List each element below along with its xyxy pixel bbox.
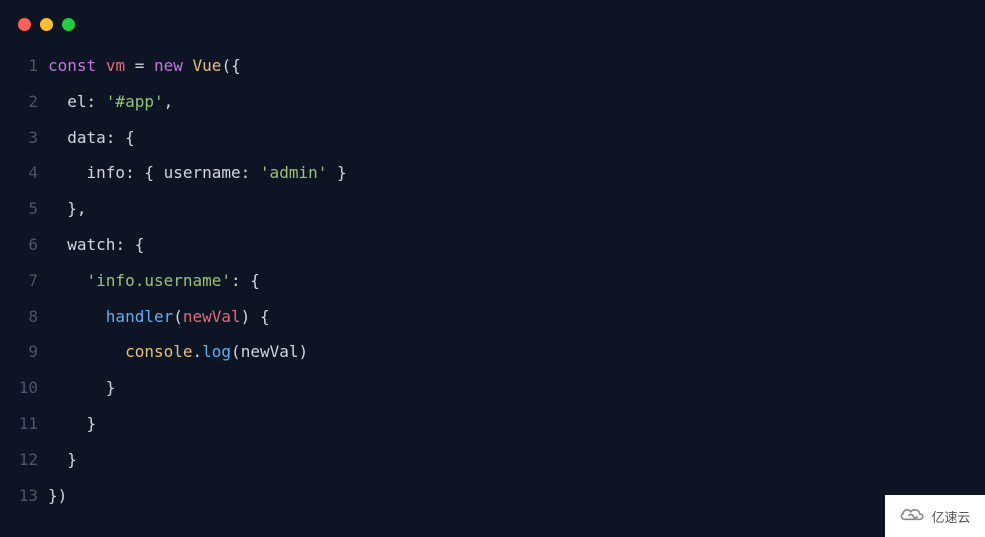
token-pun: = bbox=[125, 56, 154, 75]
line-number: 6 bbox=[0, 227, 48, 263]
token-pun: } bbox=[48, 414, 96, 433]
line-number: 13 bbox=[0, 478, 48, 514]
line-content[interactable]: info: { username: 'admin' } bbox=[48, 155, 985, 191]
token-pun bbox=[48, 128, 67, 147]
code-line[interactable]: 1const vm = new Vue({ bbox=[0, 48, 985, 84]
line-number: 3 bbox=[0, 120, 48, 156]
token-pun bbox=[48, 342, 125, 361]
line-content[interactable]: data: { bbox=[48, 120, 985, 156]
watermark-badge: 亿速云 bbox=[885, 495, 985, 537]
token-pun: ) bbox=[298, 342, 308, 361]
token-prop: username bbox=[164, 163, 241, 182]
token-pun: : bbox=[87, 92, 106, 111]
token-pun bbox=[48, 163, 87, 182]
token-pun: } bbox=[327, 163, 346, 182]
line-number: 9 bbox=[0, 334, 48, 370]
token-kw: new bbox=[154, 56, 183, 75]
token-str: 'admin' bbox=[260, 163, 327, 182]
line-content[interactable]: } bbox=[48, 406, 985, 442]
token-pun bbox=[48, 92, 67, 111]
line-content[interactable]: watch: { bbox=[48, 227, 985, 263]
token-meth: handler bbox=[106, 307, 173, 326]
token-pun bbox=[96, 56, 106, 75]
token-prop: data bbox=[67, 128, 106, 147]
line-number: 8 bbox=[0, 299, 48, 335]
cloud-loop-icon bbox=[899, 506, 925, 527]
line-content[interactable]: } bbox=[48, 442, 985, 478]
code-line[interactable]: 13}) bbox=[0, 478, 985, 514]
line-content[interactable]: } bbox=[48, 370, 985, 406]
token-pun: , bbox=[164, 92, 174, 111]
token-cons: console bbox=[125, 342, 192, 361]
token-pun: } bbox=[48, 450, 77, 469]
token-pun: } bbox=[48, 378, 115, 397]
token-str: 'info.username' bbox=[87, 271, 232, 290]
token-pun: . bbox=[193, 342, 203, 361]
token-pun: }) bbox=[48, 486, 67, 505]
line-number: 7 bbox=[0, 263, 48, 299]
token-pun: : bbox=[241, 163, 260, 182]
line-content[interactable]: const vm = new Vue({ bbox=[48, 48, 985, 84]
window-titlebar bbox=[0, 0, 985, 48]
token-pun bbox=[183, 56, 193, 75]
token-argp: newVal bbox=[183, 307, 241, 326]
token-kw: const bbox=[48, 56, 96, 75]
line-number: 2 bbox=[0, 84, 48, 120]
code-line[interactable]: 12 } bbox=[0, 442, 985, 478]
token-cls: Vue bbox=[193, 56, 222, 75]
token-pun: ({ bbox=[221, 56, 240, 75]
code-editor[interactable]: 1const vm = new Vue({2 el: '#app',3 data… bbox=[0, 48, 985, 523]
token-prop: info bbox=[87, 163, 126, 182]
token-pun: ( bbox=[173, 307, 183, 326]
token-arg: newVal bbox=[241, 342, 299, 361]
token-prop: el bbox=[67, 92, 86, 111]
line-content[interactable]: console.log(newVal) bbox=[48, 334, 985, 370]
line-content[interactable]: 'info.username': { bbox=[48, 263, 985, 299]
token-pun bbox=[48, 271, 87, 290]
token-pun: }, bbox=[48, 199, 87, 218]
close-icon[interactable] bbox=[18, 18, 31, 31]
code-line[interactable]: 8 handler(newVal) { bbox=[0, 299, 985, 335]
token-pun: ( bbox=[231, 342, 241, 361]
line-number: 10 bbox=[0, 370, 48, 406]
watermark-text: 亿速云 bbox=[931, 507, 970, 526]
code-line[interactable]: 3 data: { bbox=[0, 120, 985, 156]
token-pun bbox=[48, 235, 67, 254]
code-line[interactable]: 2 el: '#app', bbox=[0, 84, 985, 120]
token-pun: : { bbox=[115, 235, 144, 254]
line-content[interactable]: handler(newVal) { bbox=[48, 299, 985, 335]
code-line[interactable]: 10 } bbox=[0, 370, 985, 406]
line-content[interactable]: }, bbox=[48, 191, 985, 227]
token-str: '#app' bbox=[106, 92, 164, 111]
token-pun bbox=[48, 307, 106, 326]
code-line[interactable]: 11 } bbox=[0, 406, 985, 442]
line-content[interactable]: el: '#app', bbox=[48, 84, 985, 120]
line-content[interactable]: }) bbox=[48, 478, 985, 514]
token-pun: : { bbox=[125, 163, 164, 182]
code-line[interactable]: 7 'info.username': { bbox=[0, 263, 985, 299]
line-number: 4 bbox=[0, 155, 48, 191]
maximize-icon[interactable] bbox=[62, 18, 75, 31]
token-pun: : { bbox=[231, 271, 260, 290]
token-pun: : { bbox=[106, 128, 135, 147]
line-number: 1 bbox=[0, 48, 48, 84]
line-number: 12 bbox=[0, 442, 48, 478]
token-prop: watch bbox=[67, 235, 115, 254]
line-number: 5 bbox=[0, 191, 48, 227]
token-meth: log bbox=[202, 342, 231, 361]
code-line[interactable]: 4 info: { username: 'admin' } bbox=[0, 155, 985, 191]
code-line[interactable]: 9 console.log(newVal) bbox=[0, 334, 985, 370]
token-id: vm bbox=[106, 56, 125, 75]
line-number: 11 bbox=[0, 406, 48, 442]
minimize-icon[interactable] bbox=[40, 18, 53, 31]
code-line[interactable]: 5 }, bbox=[0, 191, 985, 227]
code-line[interactable]: 6 watch: { bbox=[0, 227, 985, 263]
token-pun: ) { bbox=[241, 307, 270, 326]
